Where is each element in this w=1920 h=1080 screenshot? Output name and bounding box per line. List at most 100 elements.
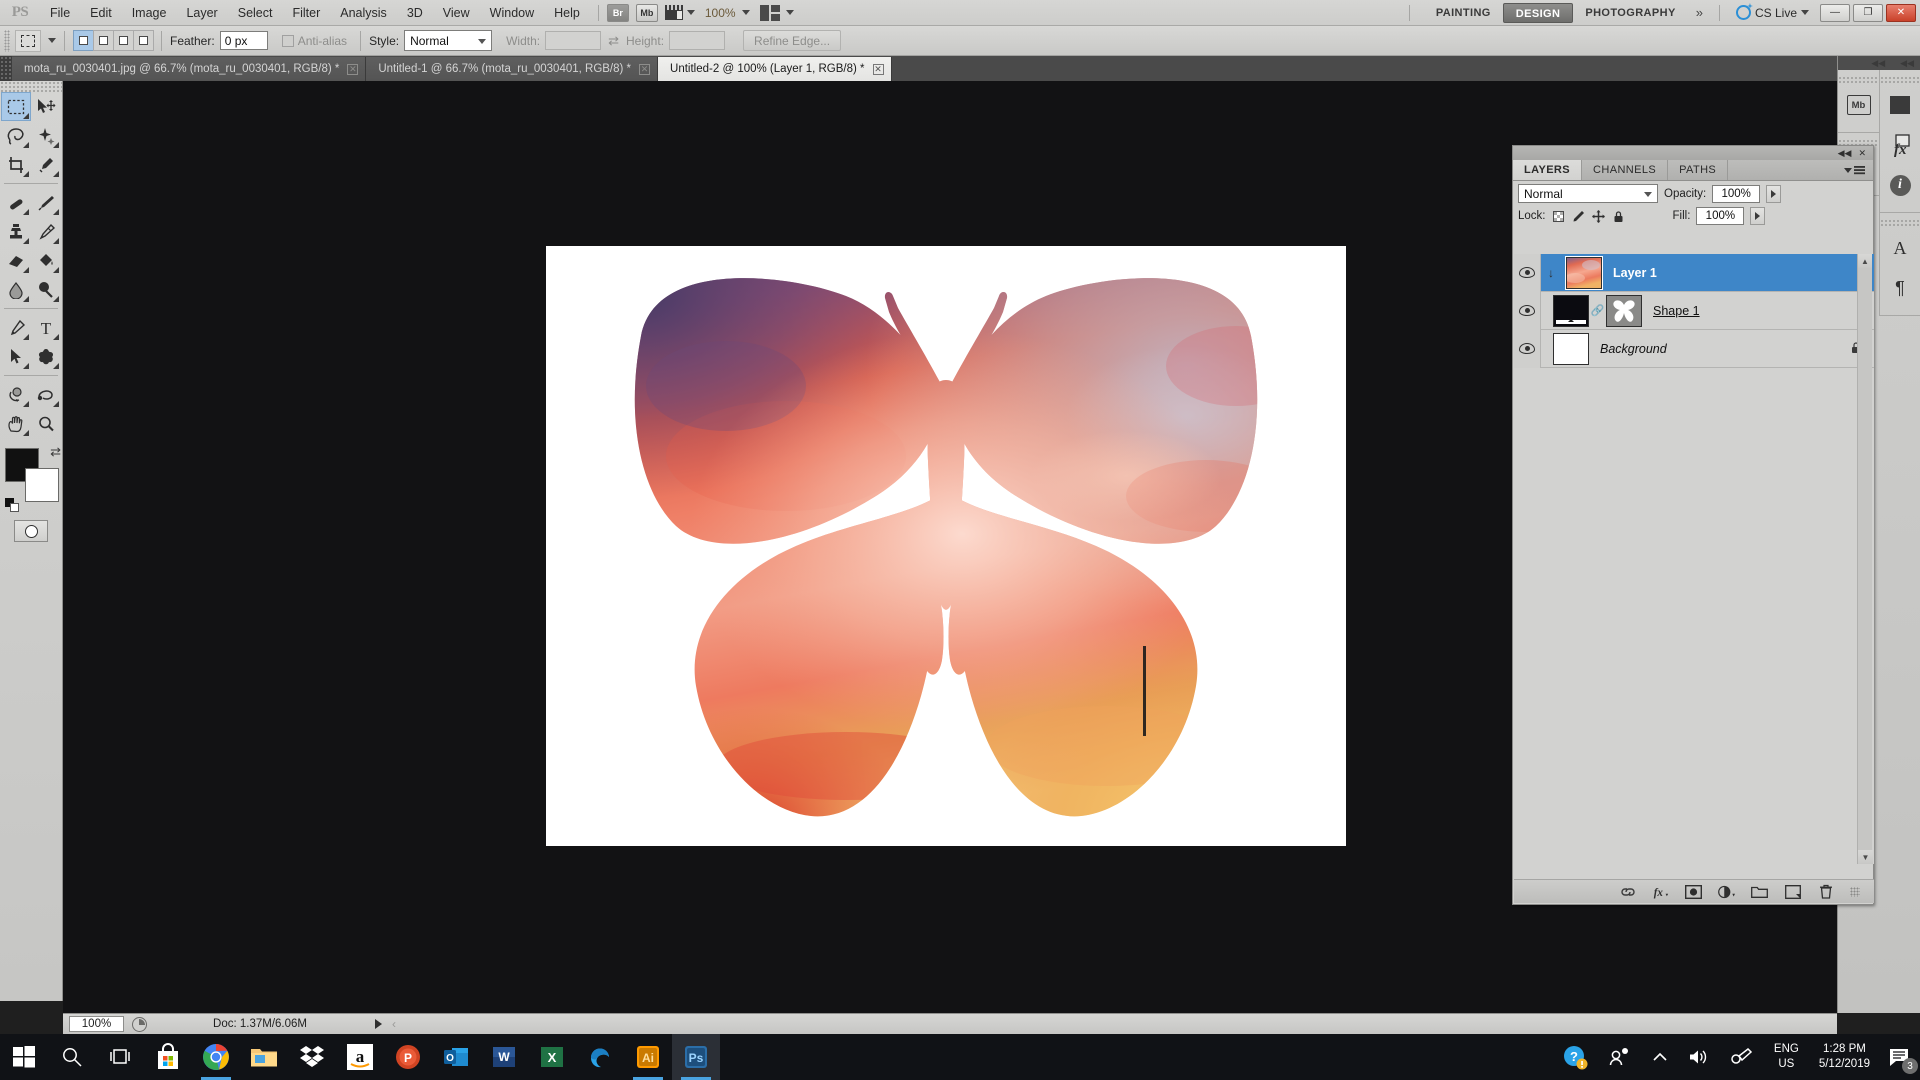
tool-zoom[interactable] — [31, 409, 61, 438]
tool-crop[interactable] — [1, 150, 31, 179]
taskbar-microsoft-edge-icon[interactable] — [576, 1034, 624, 1080]
taskbar-powerpoint-icon[interactable]: P — [384, 1034, 432, 1080]
blend-mode-select[interactable]: Normal — [1518, 184, 1658, 203]
background-name[interactable]: Background — [1600, 342, 1667, 356]
background-thumbnail[interactable] — [1553, 332, 1589, 365]
shape-1-visibility-toggle[interactable] — [1514, 291, 1541, 330]
tray-volume-icon[interactable] — [1678, 1047, 1720, 1067]
current-tool-preset-icon[interactable] — [15, 29, 41, 52]
tool-rectangular-marquee[interactable] — [1, 92, 31, 121]
tray-people-icon[interactable] — [1598, 1046, 1642, 1068]
add-layer-mask-icon[interactable] — [1685, 883, 1702, 900]
mini-bridge-icon[interactable]: Mb — [1839, 86, 1878, 124]
menu-window[interactable]: Window — [480, 0, 544, 26]
tray-help-icon[interactable]: ? — [1552, 1044, 1598, 1070]
adjustments-icon[interactable] — [1881, 86, 1920, 124]
toolbox-grip[interactable] — [0, 81, 62, 92]
height-input[interactable] — [669, 31, 726, 50]
status-zoom-input[interactable]: 100% — [69, 1016, 124, 1032]
info-icon[interactable]: i — [1881, 166, 1920, 204]
tool-eraser[interactable] — [1, 246, 31, 275]
options-bar-grip[interactable] — [4, 29, 10, 52]
tool-move[interactable] — [31, 92, 61, 121]
launch-mini-bridge-icon[interactable]: Mb — [635, 3, 658, 22]
workspace-painting[interactable]: PAINTING — [1424, 3, 1503, 23]
new-layer-icon[interactable] — [1784, 883, 1801, 900]
layers-panel-menu-icon[interactable] — [1836, 160, 1873, 180]
taskbar-google-chrome-icon[interactable] — [192, 1034, 240, 1080]
tool-3d-object-rotate[interactable] — [1, 380, 31, 409]
tool-spot-healing-brush[interactable] — [1, 188, 31, 217]
anti-alias-checkbox[interactable]: Anti-alias — [281, 34, 352, 48]
tool-lasso[interactable] — [1, 121, 31, 150]
tray-clock[interactable]: 1:28 PM 5/12/2019 — [1809, 1042, 1880, 1072]
view-zoom-chevron-down-icon[interactable] — [741, 10, 750, 15]
menu-edit[interactable]: Edit — [80, 0, 122, 26]
layer-1-thumbnail[interactable] — [1565, 255, 1603, 290]
workspace-design[interactable]: DESIGN — [1502, 2, 1574, 23]
taskbar-microsoft-store-icon[interactable] — [144, 1034, 192, 1080]
taskbar-adobe-photoshop-icon[interactable]: Ps — [672, 1034, 720, 1080]
menu-image[interactable]: Image — [122, 0, 177, 26]
shape-1-name[interactable]: Shape 1 — [1653, 304, 1700, 318]
tool-path-selection[interactable] — [1, 342, 31, 371]
new-selection-button[interactable] — [73, 30, 94, 51]
tool-custom-shape[interactable] — [31, 342, 61, 371]
window-minimize-button[interactable]: — — [1820, 3, 1850, 22]
background-visibility-toggle[interactable] — [1514, 329, 1541, 368]
layer-1-visibility-toggle[interactable] — [1514, 253, 1541, 292]
taskbar-dropbox-icon[interactable] — [288, 1034, 336, 1080]
document-tab-1-close-icon[interactable]: ✕ — [347, 63, 359, 75]
menu-help[interactable]: Help — [544, 0, 590, 26]
mask-link-icon[interactable]: 🔗 — [1591, 304, 1605, 318]
delete-layer-icon[interactable] — [1817, 883, 1834, 900]
menu-analysis[interactable]: Analysis — [330, 0, 397, 26]
tool-hand[interactable] — [1, 409, 31, 438]
new-adjustment-layer-icon[interactable] — [1718, 883, 1735, 900]
fill-slider-button[interactable] — [1750, 207, 1766, 225]
swap-width-height-icon[interactable]: ⇄ — [608, 33, 619, 49]
layer-row-layer-1[interactable]: ↓ Layer 1 — [1514, 253, 1874, 292]
link-layers-icon[interactable] — [1619, 883, 1636, 900]
taskbar-start-button[interactable] — [0, 1034, 48, 1080]
screen-mode-icon[interactable] — [664, 4, 685, 22]
fill-input[interactable]: 100% — [1696, 207, 1745, 225]
window-restore-button[interactable]: ❐ — [1853, 3, 1883, 22]
layers-panel-close-icon[interactable]: ✕ — [1858, 148, 1866, 159]
taskbar-word-icon[interactable]: W — [480, 1034, 528, 1080]
refine-edge-button[interactable]: Refine Edge... — [743, 30, 842, 51]
tool-horizontal-type[interactable]: T — [31, 313, 61, 342]
layers-scrollbar[interactable]: ▲ ▼ — [1857, 254, 1873, 864]
tool-dodge[interactable] — [31, 275, 61, 304]
rail-group-grip-3[interactable] — [1880, 76, 1920, 84]
lock-image-pixels-icon[interactable] — [1572, 210, 1585, 223]
opacity-input[interactable]: 100% — [1712, 184, 1761, 203]
menu-select[interactable]: Select — [228, 0, 283, 26]
menu-layer[interactable]: Layer — [176, 0, 227, 26]
taskbar-amazon-icon[interactable]: a — [336, 1034, 384, 1080]
tool-history-brush[interactable] — [31, 217, 61, 246]
tab-layers[interactable]: LAYERS — [1513, 160, 1583, 180]
layers-panel-collapse-icon[interactable]: ◀◀ — [1838, 148, 1852, 159]
menu-view[interactable]: View — [433, 0, 480, 26]
tool-preset-chevron-down-icon[interactable] — [48, 38, 56, 43]
tray-show-hidden-icons-chevron-up-icon[interactable] — [1642, 1051, 1678, 1063]
tool-clone-stamp[interactable] — [1, 217, 31, 246]
quick-mask-mode-button[interactable] — [14, 520, 48, 542]
document-tab-1[interactable]: mota_ru_0030401.jpg @ 66.7% (mota_ru_003… — [12, 57, 367, 81]
cs-live-button[interactable]: CS Live — [1728, 5, 1817, 20]
layer-row-shape-1[interactable]: 🔗 Shape 1 — [1514, 291, 1874, 330]
new-group-icon[interactable] — [1751, 883, 1768, 900]
document-tab-3-close-icon[interactable]: ✕ — [872, 63, 884, 75]
launch-bridge-icon[interactable]: Br — [606, 3, 629, 22]
add-to-selection-button[interactable] — [93, 30, 114, 51]
layers-scroll-up-icon[interactable]: ▲ — [1858, 254, 1872, 268]
opacity-slider-button[interactable] — [1766, 184, 1782, 203]
background-color-swatch[interactable] — [25, 468, 59, 502]
feather-input[interactable]: 0 px — [219, 31, 268, 50]
tool-pen[interactable] — [1, 313, 31, 342]
add-layer-style-icon[interactable]: fx — [1652, 883, 1669, 900]
taskbar-adobe-illustrator-icon[interactable]: Ai — [624, 1034, 672, 1080]
layer-1-name[interactable]: Layer 1 — [1613, 266, 1657, 280]
document-tab-2-close-icon[interactable]: ✕ — [639, 63, 651, 75]
